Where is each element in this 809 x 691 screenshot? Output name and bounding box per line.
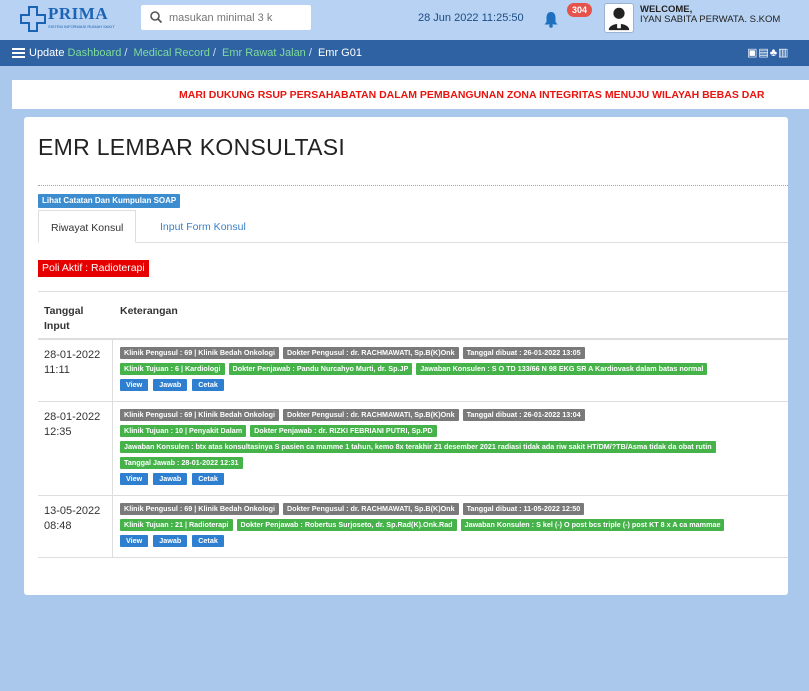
- image-icon[interactable]: ▣: [747, 47, 758, 59]
- answer-badge: Tanggal Jawab : 28-01-2022 12:31: [120, 457, 243, 469]
- hamburger-menu-icon[interactable]: [12, 48, 25, 58]
- row-datetime: 28-01-2022 11:11: [44, 348, 104, 378]
- active-poli-badge: Poli Aktif : Radioterapi: [38, 260, 149, 277]
- row-time: 11:11: [44, 364, 70, 376]
- logo-subtitle: SISTEM INFORMASI RUMAH SAKIT: [48, 24, 115, 29]
- info-badge: Dokter Pengusul : dr. RACHMAWATI, Sp.B(K…: [282, 503, 459, 515]
- row-date: 28-01-2022: [44, 349, 101, 361]
- breadcrumb-medical-record[interactable]: Medical Record: [134, 47, 210, 59]
- current-datetime: 28 Jun 2022 11:25:50: [418, 12, 524, 24]
- cetak-button[interactable]: Cetak: [192, 379, 224, 391]
- header-keterangan: Keterangan: [120, 305, 178, 317]
- top-header: PRIMA SISTEM INFORMASI RUMAH SAKIT 28 Ju…: [0, 0, 809, 40]
- answer-badge: Klinik Tujuan : 6 | Kardiologi: [120, 363, 225, 375]
- breadcrumb-dashboard[interactable]: Dashboard: [68, 47, 122, 59]
- info-badge: Klinik Pengusul : 69 | Klinik Bedah Onko…: [120, 409, 279, 421]
- divider: [38, 185, 788, 186]
- users-icon[interactable]: ♣: [770, 47, 778, 59]
- search-box: [141, 5, 311, 30]
- cetak-button[interactable]: Cetak: [192, 473, 224, 485]
- breadcrumb: Update Dashboard / Medical Record / Emr Ra…: [29, 47, 362, 59]
- announcement-marquee: MARI DUKUNG RSUP PERSAHABATAN DALAM PEMB…: [12, 80, 809, 109]
- row-time: 08:48: [44, 520, 72, 532]
- answer-badge: Klinik Tujuan : 21 | Radioterapi: [120, 519, 233, 531]
- breadcrumb-bar: Update Dashboard / Medical Record / Emr Ra…: [0, 40, 809, 66]
- info-badge: Dokter Pengusul : dr. RACHMAWATI, Sp.B(K…: [282, 347, 459, 359]
- tab-input-form-konsul[interactable]: Input Form Konsul: [148, 210, 258, 243]
- row-date: 13-05-2022: [44, 505, 101, 517]
- app-logo[interactable]: PRIMA SISTEM INFORMASI RUMAH SAKIT: [20, 4, 130, 36]
- breadcrumb-emr-rawat-jalan[interactable]: Emr Rawat Jalan: [222, 47, 306, 59]
- table-header: Tanggal Input Keterangan: [38, 292, 788, 340]
- answer-badge: Jawaban Konsulen : S kel (-) O post bcs …: [460, 519, 725, 531]
- info-badge: Klinik Pengusul : 69 | Klinik Bedah Onko…: [120, 503, 279, 515]
- tab-bar: Riwayat Konsul Input Form Konsul: [38, 210, 788, 243]
- answer-badge: Klinik Tujuan : 10 | Penyakit Dalam: [120, 425, 247, 437]
- document-icon[interactable]: ▤: [758, 47, 769, 59]
- page-title: EMR LEMBAR KONSULTASI: [38, 134, 346, 160]
- konsul-table: Tanggal Input Keterangan 28-01-2022 11:11…: [38, 291, 788, 558]
- view-soap-button[interactable]: Lihat Catatan Dan Kumpulan SOAP: [38, 194, 181, 208]
- logo-text: PRIMA: [48, 4, 109, 23]
- cross-logo-icon: [20, 6, 46, 32]
- breadcrumb-current: Emr G01: [317, 47, 362, 59]
- answer-badge: Jawaban Konsulen : btx atas konsultasiny…: [120, 441, 716, 453]
- header-tanggal-input: Tanggal Input: [44, 305, 84, 332]
- search-icon[interactable]: [149, 10, 163, 24]
- jawab-button[interactable]: Jawab: [153, 473, 188, 485]
- info-badge: Dokter Pengusul : dr. RACHMAWATI, Sp.B(K…: [282, 409, 459, 421]
- notification-badge[interactable]: 304: [567, 3, 593, 17]
- cetak-button[interactable]: Cetak: [192, 535, 224, 547]
- table-body: 28-01-2022 11:11 Klinik Pengusul : 69 | Kl…: [38, 340, 788, 558]
- row-datetime: 13-05-2022 08:48: [44, 504, 104, 534]
- row-time: 12:35: [44, 426, 72, 438]
- user-name: IYAN SABITA PERWATA. S.KOM: [640, 14, 781, 25]
- tab-riwayat-konsul[interactable]: Riwayat Konsul: [38, 210, 137, 243]
- bell-icon[interactable]: [543, 11, 559, 28]
- answer-badge: Dokter Penjawab : Robertus Surjoseto, dr…: [236, 519, 457, 531]
- row-date: 28-01-2022: [44, 411, 101, 423]
- row-datetime: 28-01-2022 12:35: [44, 410, 104, 440]
- answer-badge: Jawaban Konsulen : S O TD 133/66 N 98 EK…: [416, 363, 708, 375]
- row-details: Klinik Pengusul : 69 | Klinik Bedah Onko…: [120, 503, 800, 551]
- table-row: 28-01-2022 12:35 Klinik Pengusul : 69 | Kl…: [38, 402, 788, 496]
- main-card: EMR LEMBAR KONSULTASI Lihat Catatan Dan …: [24, 117, 788, 595]
- table-row: 13-05-2022 08:48 Klinik Pengusul : 69 | Kl…: [38, 496, 788, 558]
- view-button[interactable]: View: [120, 473, 149, 485]
- breadcrumb-root: Update: [29, 47, 65, 59]
- info-badge: Tanggal dibuat : 26-01-2022 13:04: [462, 409, 585, 421]
- row-details: Klinik Pengusul : 69 | Klinik Bedah Onko…: [120, 409, 800, 489]
- answer-badge: Dokter Penjawab : Pandu Nurcahyo Murti, …: [228, 363, 413, 375]
- view-button[interactable]: View: [120, 379, 149, 391]
- welcome-text: WELCOME, IYAN SABITA PERWATA. S.KOM: [640, 5, 780, 25]
- info-badge: Tanggal dibuat : 26-01-2022 13:05: [462, 347, 585, 359]
- table-row: 28-01-2022 11:11 Klinik Pengusul : 69 | Kl…: [38, 340, 788, 402]
- info-badge: Tanggal dibuat : 11-05-2022 12:50: [462, 503, 585, 515]
- building-icon[interactable]: ▥: [778, 47, 789, 59]
- user-avatar-icon[interactable]: [604, 3, 634, 33]
- answer-badge: Dokter Penjawab : dr. RIZKI FEBRIANI PUT…: [250, 425, 437, 437]
- announcement-text: MARI DUKUNG RSUP PERSAHABATAN DALAM PEMB…: [179, 89, 765, 101]
- row-details: Klinik Pengusul : 69 | Klinik Bedah Onko…: [120, 347, 800, 395]
- info-badge: Klinik Pengusul : 69 | Klinik Bedah Onko…: [120, 347, 279, 359]
- view-button[interactable]: View: [120, 535, 149, 547]
- search-input[interactable]: [169, 9, 307, 26]
- jawab-button[interactable]: Jawab: [153, 379, 188, 391]
- jawab-button[interactable]: Jawab: [153, 535, 188, 547]
- nav-icon-group: ▣▤♣▥: [747, 46, 789, 59]
